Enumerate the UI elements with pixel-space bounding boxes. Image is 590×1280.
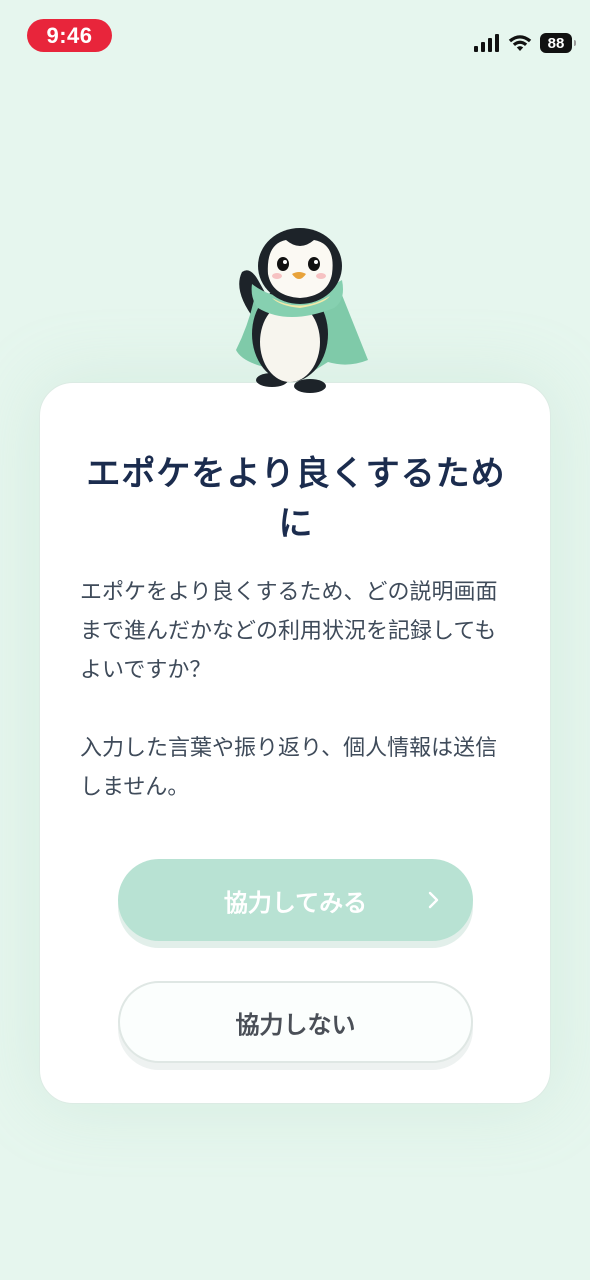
signal-icon [474,34,499,52]
accept-button-label: 協力してみる [223,888,368,917]
dialog-body-paragraph-2: 入力した言葉や振り返り、個人情報は送信しません。 [80,736,498,800]
decline-button[interactable]: 協力しない [118,981,473,1063]
dialog-title: エポケをより良くするために [86,454,506,544]
status-icons: 88 [474,30,576,56]
status-time: 9:46 [27,19,112,52]
battery-icon: 88 [540,33,576,53]
dialog-body-paragraph-1: エポケをより良くするため、どの説明画面まで進んだかなどの利用状況を記録してもよい… [80,580,498,683]
status-bar: 9:46 88 [0,0,590,70]
penguin-mascot-icon [236,228,368,393]
chevron-right-icon [421,887,447,913]
wifi-icon [508,35,532,51]
consent-dialog: エポケをより良くするために エポケをより良くするため、どの説明画面まで進んだかな… [39,382,551,1104]
dialog-body: エポケをより良くするため、どの説明画面まで進んだかなどの利用状況を記録してもよい… [80,573,516,807]
decline-button-label: 協力しない [235,1010,356,1039]
accept-button[interactable]: 協力してみる [118,859,473,941]
